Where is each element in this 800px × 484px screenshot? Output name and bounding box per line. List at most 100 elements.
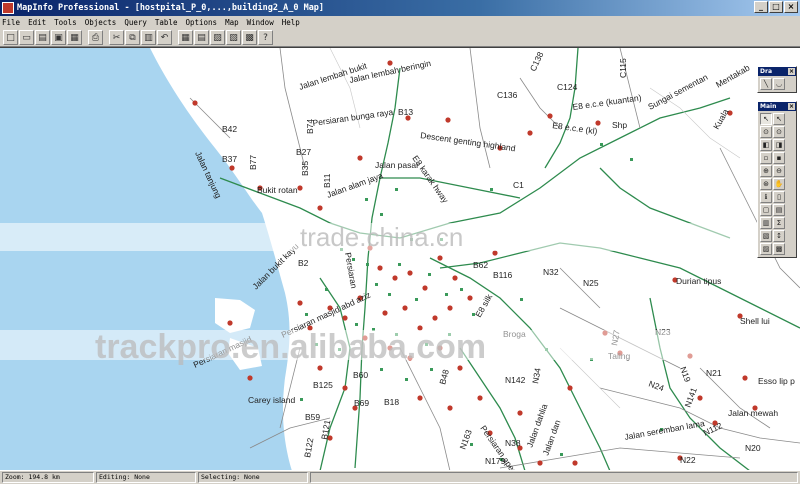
zoom-in-icon[interactable]: ⊕ — [760, 165, 772, 177]
new-mapper-icon[interactable]: ▤ — [194, 30, 209, 45]
line-tool-icon[interactable]: ╲ — [760, 78, 772, 90]
menu-tools[interactable]: Tools — [54, 18, 77, 27]
map-canvas[interactable]: Jalan lembah bukit Jalan lembah beringin… — [0, 48, 800, 470]
statistics-icon[interactable]: Σ — [773, 217, 785, 229]
menu-file[interactable]: File — [2, 18, 20, 27]
radius-select-icon[interactable]: ⊙ — [760, 126, 772, 138]
status-selecting[interactable]: Selecting: None — [198, 472, 308, 483]
ruler-icon[interactable]: ↕ — [773, 230, 785, 242]
map-label: B2 — [298, 258, 309, 268]
grabber-hand-icon[interactable]: ✋ — [773, 178, 785, 190]
road — [559, 267, 601, 309]
copy-icon[interactable]: ⧉ — [125, 30, 140, 45]
menu-window[interactable]: Window — [247, 18, 274, 27]
cut-icon[interactable]: ✂ — [109, 30, 124, 45]
menu-options[interactable]: Options — [185, 18, 217, 27]
palette-titlebar[interactable]: Dra × — [758, 67, 796, 76]
map-label: B48 — [437, 368, 451, 385]
menu-table[interactable]: Table — [155, 18, 178, 27]
map-label: Durian tipus — [676, 276, 721, 286]
hospital-marker — [572, 460, 578, 466]
undo-icon[interactable]: ↶ — [157, 30, 172, 45]
road — [380, 177, 521, 199]
palette-close-icon[interactable]: × — [788, 103, 795, 110]
map-label: Jalan pasar — [375, 160, 419, 170]
new-layout-icon[interactable]: ▧ — [226, 30, 241, 45]
redistrict-icon[interactable]: ▩ — [242, 30, 257, 45]
close-button[interactable]: × — [784, 1, 798, 13]
map-label: C124 — [557, 82, 578, 92]
palette-titlebar[interactable]: Main × — [758, 102, 796, 111]
palette-close-icon[interactable]: × — [788, 68, 795, 75]
map-label: N25 — [583, 278, 599, 288]
save-query-icon[interactable]: ▦ — [67, 30, 82, 45]
paste-icon[interactable]: ▥ — [141, 30, 156, 45]
drawing-palette-title: Dra — [760, 68, 772, 75]
map-label: N142 — [505, 375, 526, 385]
arc-tool-icon[interactable]: ◡ — [773, 78, 785, 90]
toolbar-separator — [104, 30, 108, 45]
graph-select-icon[interactable]: ▪ — [773, 152, 785, 164]
new-icon[interactable]: □ — [3, 30, 18, 45]
window-title: MapInfo Professional - [hostpital_P_0,..… — [17, 3, 325, 13]
status-filler — [310, 472, 798, 483]
map-label: C136 — [497, 90, 518, 100]
map-label: B122 — [302, 437, 315, 459]
hospital-marker — [422, 285, 428, 291]
drag-map-icon[interactable]: ▤ — [773, 204, 785, 216]
window-titlebar[interactable]: MapInfo Professional - [hostpital_P_0,..… — [0, 0, 800, 16]
map-label: B13 — [398, 107, 413, 117]
marquee-select-icon[interactable]: ↖ — [773, 113, 785, 125]
status-zoom[interactable]: Zoom: 194.8 km — [2, 472, 94, 483]
layer-control-icon[interactable]: ▥ — [760, 217, 772, 229]
legend-icon[interactable]: ▧ — [760, 230, 772, 242]
hospital-marker — [742, 375, 748, 381]
maximize-button[interactable]: □ — [769, 1, 783, 13]
print-icon[interactable]: ⎙ — [88, 30, 103, 45]
building-marker — [560, 453, 563, 456]
map-label: C1 — [513, 180, 524, 190]
map-label: B35 — [300, 161, 310, 176]
hospital-marker — [447, 405, 453, 411]
menu-edit[interactable]: Edit — [28, 18, 46, 27]
building-marker — [365, 198, 368, 201]
building-marker — [355, 323, 358, 326]
palette-tools: ↖ ↖ ⊙ ⊙ ◧ ◨ ▫ ▪ ⊕ ⊖ ⊛ ✋ ℹ ▯ ▢ ▤ ▥ Σ ▧ ↕ … — [758, 111, 796, 257]
map-label: Shp — [612, 120, 627, 130]
invert-selection-icon[interactable]: ▫ — [760, 152, 772, 164]
menu-objects[interactable]: Objects — [85, 18, 117, 27]
status-bar: Zoom: 194.8 km Editing: None Selecting: … — [0, 470, 800, 484]
minimize-button[interactable]: _ — [754, 1, 768, 13]
building-marker — [398, 263, 401, 266]
menu-map[interactable]: Map — [225, 18, 239, 27]
hospital-marker — [227, 320, 233, 326]
status-editing[interactable]: Editing: None — [96, 472, 196, 483]
save-icon[interactable]: ▣ — [51, 30, 66, 45]
map-label: N32 — [543, 267, 559, 277]
hospital-marker — [407, 270, 413, 276]
menu-help[interactable]: Help — [282, 18, 300, 27]
label-tool-icon[interactable]: ▢ — [760, 204, 772, 216]
boundary-select-icon[interactable]: ◧ — [760, 139, 772, 151]
zoom-out-icon[interactable]: ⊖ — [773, 165, 785, 177]
unselect-all-icon[interactable]: ◨ — [773, 139, 785, 151]
help-icon[interactable]: ? — [258, 30, 273, 45]
info-tool-icon[interactable]: ℹ — [760, 191, 772, 203]
map-label: N21 — [706, 368, 722, 378]
new-grapher-icon[interactable]: ▨ — [210, 30, 225, 45]
hospital-marker — [382, 310, 388, 316]
open-icon[interactable]: ▭ — [19, 30, 34, 45]
select-tool-icon[interactable]: ↖ — [760, 113, 772, 125]
menu-query[interactable]: Query — [124, 18, 147, 27]
clip-region-icon[interactable]: ▩ — [773, 243, 785, 255]
open-workspace-icon[interactable]: ▤ — [35, 30, 50, 45]
hotlink-icon[interactable]: ▯ — [773, 191, 785, 203]
polygon-select-icon[interactable]: ⊙ — [773, 126, 785, 138]
hospital-marker — [432, 315, 438, 321]
change-view-icon[interactable]: ⊛ — [760, 178, 772, 190]
mapinfo-app-icon[interactable] — [2, 2, 14, 14]
show-cursor-icon[interactable]: ▨ — [760, 243, 772, 255]
new-browser-icon[interactable]: ▦ — [178, 30, 193, 45]
map-window[interactable]: Jalan lembah bukit Jalan lembah beringin… — [0, 47, 800, 470]
map-label: N163 — [457, 428, 473, 451]
